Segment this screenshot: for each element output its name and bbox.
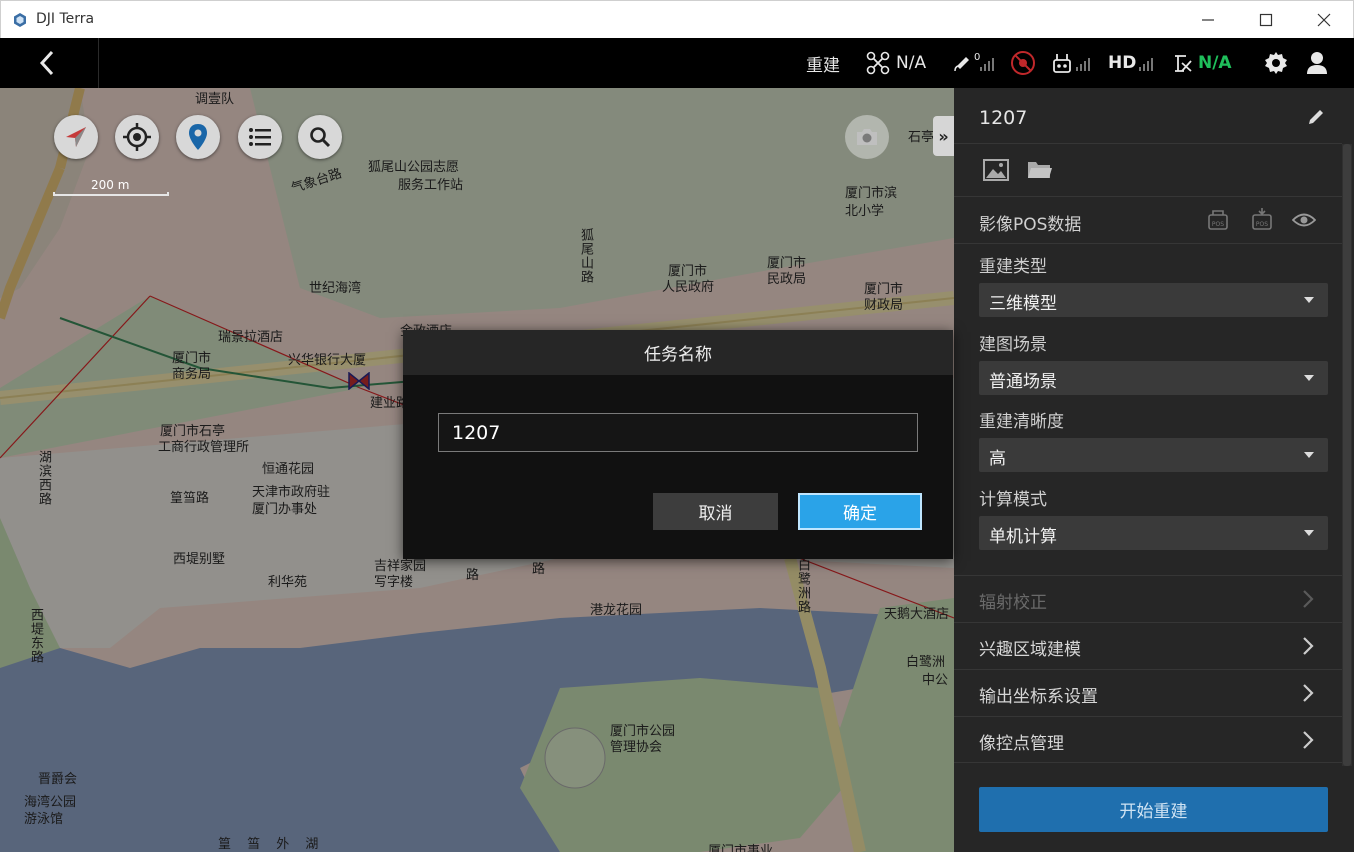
remote-controller-status (1052, 38, 1090, 88)
panel-header: 1207 (954, 88, 1342, 144)
chevron-right-icon (1303, 637, 1314, 655)
aircraft-status: N/A (866, 38, 926, 88)
search-icon (310, 127, 331, 148)
pos-export-icon[interactable]: POS (1251, 207, 1273, 231)
list-button[interactable] (238, 115, 282, 159)
user-icon (1307, 52, 1327, 74)
mode-label: 重建 (806, 55, 840, 76)
folder-icon[interactable] (1027, 160, 1053, 180)
chevron-right-icon (1303, 684, 1314, 702)
chevron-down-icon (1304, 452, 1314, 458)
list-icon (249, 128, 271, 146)
signal-bars-icon (980, 58, 995, 71)
svg-text:POS: POS (1212, 221, 1224, 228)
image-icon[interactable] (983, 159, 1009, 181)
app-topbar: 重建 N/A 0 HD N/A (0, 38, 1354, 88)
minimize-button[interactable] (1179, 1, 1237, 39)
locate-button[interactable] (115, 115, 159, 159)
satellite-icon (954, 57, 969, 72)
ok-button[interactable]: 确定 (798, 493, 922, 530)
chevron-left-icon (39, 50, 54, 76)
dji-terra-logo-icon (14, 13, 26, 27)
menu-roi-modeling[interactable]: 兴趣区域建模 (954, 622, 1342, 669)
pos-import-icon[interactable]: POS (1207, 209, 1229, 231)
compute-mode-label: 计算模式 (979, 490, 1047, 510)
resolution-label: 重建清晰度 (979, 412, 1064, 432)
chevron-down-icon (1304, 530, 1314, 536)
chevron-down-icon (1304, 375, 1314, 381)
settings-button[interactable] (1264, 38, 1288, 88)
map-scale-label: 200 m (91, 178, 130, 192)
camera-icon (857, 129, 877, 145)
settings-panel: 1207 影像POS数据 POS POS 重建类型 三维模型 建图场景 普通场景… (954, 88, 1354, 852)
camera-button[interactable] (845, 115, 889, 159)
chevron-down-icon (1304, 297, 1314, 303)
pencil-icon[interactable] (1306, 107, 1326, 127)
chevron-right-icon (1303, 590, 1314, 608)
close-icon (1317, 13, 1331, 27)
menu-output-coordinate-system[interactable]: 输出坐标系设置 (954, 669, 1342, 716)
remote-controller-icon (1053, 54, 1071, 73)
recon-type-select[interactable]: 三维模型 (979, 283, 1328, 317)
rtk-status: N/A (1172, 38, 1232, 88)
user-button[interactable] (1306, 38, 1328, 88)
cancel-button[interactable]: 取消 (653, 493, 778, 530)
gear-icon (1265, 52, 1287, 74)
scene-label: 建图场景 (979, 335, 1047, 355)
signal-bars-icon (1139, 58, 1154, 71)
rtk-icon (1175, 55, 1192, 72)
pos-data-label: 影像POS数据 (979, 215, 1082, 235)
menu-radiometric-correction[interactable]: 辐射校正 (954, 575, 1342, 622)
collapse-panel-button[interactable]: » (933, 116, 954, 156)
svg-text:POS: POS (1256, 221, 1268, 228)
pos-data-row: 影像POS数据 POS POS (954, 197, 1342, 244)
scrollbar-thumb[interactable] (1343, 144, 1351, 766)
search-button[interactable] (298, 115, 342, 159)
menu-gcp-management[interactable]: 像控点管理 (954, 716, 1342, 763)
media-row (954, 144, 1342, 197)
map-scale: 200 m (53, 178, 169, 198)
task-name-input[interactable] (438, 413, 918, 452)
chevron-right-icon (1303, 731, 1314, 749)
start-reconstruction-button[interactable]: 开始重建 (979, 787, 1328, 832)
maximize-button[interactable] (1237, 1, 1295, 39)
scene-select[interactable]: 普通场景 (979, 361, 1328, 395)
location-pin-button[interactable] (176, 115, 220, 159)
obstacle-disabled-icon (1011, 51, 1035, 75)
location-pin-icon (189, 124, 207, 150)
resolution-select[interactable]: 高 (979, 438, 1328, 472)
back-button[interactable] (0, 38, 99, 88)
window-titlebar: DJI Terra (0, 0, 1354, 38)
hd-signal-status: HD (1108, 38, 1154, 88)
obstacle-avoidance-status (1010, 38, 1036, 88)
compass-button[interactable] (54, 115, 98, 159)
map-scale-bar (53, 192, 169, 196)
task-name-dialog: 任务名称 取消 确定 (403, 330, 953, 559)
satellite-status: 0 (952, 38, 995, 88)
locate-icon (123, 123, 151, 151)
compass-icon (66, 127, 86, 147)
maximize-icon (1259, 13, 1273, 27)
window-title: DJI Terra (36, 11, 95, 27)
signal-bars-icon (1076, 58, 1090, 71)
panel-scrollbar[interactable] (1342, 144, 1352, 766)
minimize-icon (1202, 19, 1214, 21)
compute-mode-select[interactable]: 单机计算 (979, 516, 1328, 550)
close-button[interactable] (1295, 1, 1353, 39)
mission-title: 1207 (979, 107, 1028, 129)
dialog-title: 任务名称 (403, 330, 953, 375)
recon-type-label: 重建类型 (979, 257, 1047, 277)
eye-icon[interactable] (1292, 211, 1316, 229)
drone-icon (866, 51, 890, 75)
